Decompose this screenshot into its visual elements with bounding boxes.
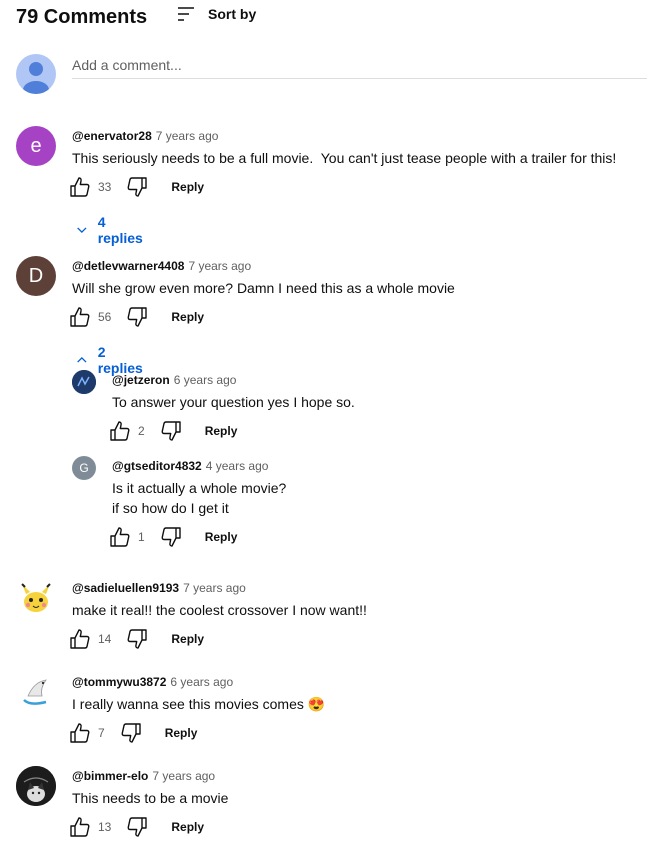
comment-time[interactable]: 6 years ago — [170, 675, 233, 689]
comment-time[interactable]: 7 years ago — [183, 581, 246, 595]
thumbs-down-icon — [161, 527, 181, 547]
reply-button[interactable]: Reply — [171, 820, 204, 834]
reply-author[interactable]: @jetzeron — [112, 373, 170, 387]
thumbs-down-icon — [127, 177, 148, 197]
avatar-letter: e — [30, 134, 42, 157]
user-avatar — [16, 54, 56, 94]
dislike-button[interactable] — [159, 525, 183, 549]
comments-count-title: 79 Comments — [16, 6, 148, 28]
heart-eyes-emoji: 😍 — [307, 696, 326, 712]
like-button[interactable]: 33 — [68, 175, 111, 199]
like-button[interactable]: 14 — [68, 627, 111, 651]
avatar — [16, 672, 56, 712]
avatar-letter: D — [28, 264, 44, 287]
reply-author[interactable]: @gtseditor4832 — [112, 459, 202, 473]
reply-button[interactable]: Reply — [205, 530, 238, 544]
like-count: 14 — [98, 632, 112, 646]
like-button[interactable]: 7 — [68, 721, 105, 745]
reply-text: To answer your question yes I hope so. — [112, 394, 355, 410]
dislike-button[interactable] — [119, 721, 143, 745]
reply-button[interactable]: Reply — [171, 180, 204, 194]
comment-actions: 33 Reply — [68, 175, 204, 199]
comment-author[interactable]: @bimmer-elo — [72, 769, 148, 783]
reply-text-line: if so how do I get it — [112, 500, 229, 516]
dislike-button[interactable] — [125, 815, 149, 839]
like-count: 2 — [138, 424, 145, 438]
like-count: 33 — [98, 180, 112, 194]
thumbs-down-icon — [121, 723, 141, 743]
sort-icon — [178, 7, 194, 21]
add-comment-row: Add a comment... — [16, 54, 647, 94]
comment-author[interactable]: @enervator28 — [72, 129, 152, 143]
comment-actions: 7 Reply — [68, 721, 197, 745]
thumbs-up-icon — [70, 723, 90, 743]
sort-by-label: Sort by — [208, 6, 257, 22]
comment-actions: 14 Reply — [68, 627, 204, 651]
reply-button[interactable]: Reply — [165, 726, 198, 740]
comment-time[interactable]: 7 years ago — [152, 769, 215, 783]
like-button[interactable]: 56 — [68, 305, 111, 329]
comment-actions: 56 Reply — [68, 305, 204, 329]
like-button[interactable]: 2 — [108, 419, 145, 443]
like-button[interactable]: 1 — [108, 525, 145, 549]
like-count: 13 — [98, 820, 112, 834]
reply-actions: 2 Reply — [108, 419, 237, 443]
reply-text-line: Is it actually a whole movie? — [112, 480, 287, 496]
reply-actions: 1 Reply — [108, 525, 237, 549]
replies-toggle[interactable]: 4 replies — [76, 214, 145, 246]
comment-author[interactable]: @sadieluellen9193 — [72, 581, 179, 595]
add-comment-input[interactable]: Add a comment... — [72, 56, 647, 79]
thumbs-up-icon — [110, 421, 130, 441]
reply-button[interactable]: Reply — [171, 310, 204, 324]
thumbs-down-icon — [127, 817, 148, 837]
sort-by-button[interactable]: Sort by — [176, 4, 256, 24]
avatar: G — [72, 456, 96, 480]
comment-text: I really wanna see this movies comes 😍 — [72, 694, 325, 714]
comment-time[interactable]: 7 years ago — [156, 129, 219, 143]
replies-count: 4 replies — [97, 214, 143, 246]
reply-button[interactable]: Reply — [171, 632, 204, 646]
thumbs-up-icon — [70, 629, 90, 649]
comment-time[interactable]: 7 years ago — [188, 259, 251, 273]
comment-text: This needs to be a movie — [72, 790, 229, 806]
chevron-up-icon — [77, 356, 87, 363]
thumbs-down-icon — [127, 629, 148, 649]
avatar: D — [16, 256, 56, 296]
like-count: 7 — [98, 726, 105, 740]
avatar — [16, 766, 56, 806]
comment-text: This seriously needs to be a full movie.… — [72, 150, 617, 166]
thumbs-up-icon — [70, 177, 90, 197]
avatar-letter: G — [79, 461, 89, 475]
dislike-button[interactable] — [125, 627, 149, 651]
reply-button[interactable]: Reply — [205, 424, 238, 438]
like-button[interactable]: 13 — [68, 815, 111, 839]
dislike-button[interactable] — [125, 175, 149, 199]
like-count: 56 — [98, 310, 112, 324]
reply-time[interactable]: 6 years ago — [174, 373, 237, 387]
thumbs-up-icon — [110, 527, 130, 547]
thumbs-up-icon — [70, 817, 90, 837]
like-count: 1 — [138, 530, 145, 544]
chevron-down-icon — [77, 227, 87, 234]
comment-author[interactable]: @tommywu3872 — [72, 675, 166, 689]
dislike-button[interactable] — [159, 419, 183, 443]
comment-text-body: I really wanna see this movies comes — [72, 696, 304, 712]
thumbs-down-icon — [161, 421, 181, 441]
comment-text: Will she grow even more? Damn I need thi… — [72, 280, 455, 296]
avatar — [72, 370, 96, 394]
reply-time[interactable]: 4 years ago — [206, 459, 269, 473]
avatar — [16, 578, 56, 618]
avatar: e — [16, 126, 56, 166]
comment-actions: 13 Reply — [68, 815, 204, 839]
comment-author[interactable]: @detlevwarner4408 — [72, 259, 184, 273]
dislike-button[interactable] — [125, 305, 149, 329]
thumbs-up-icon — [70, 307, 90, 327]
thumbs-down-icon — [127, 307, 148, 327]
comment-text: make it real!! the coolest crossover I n… — [72, 602, 367, 618]
